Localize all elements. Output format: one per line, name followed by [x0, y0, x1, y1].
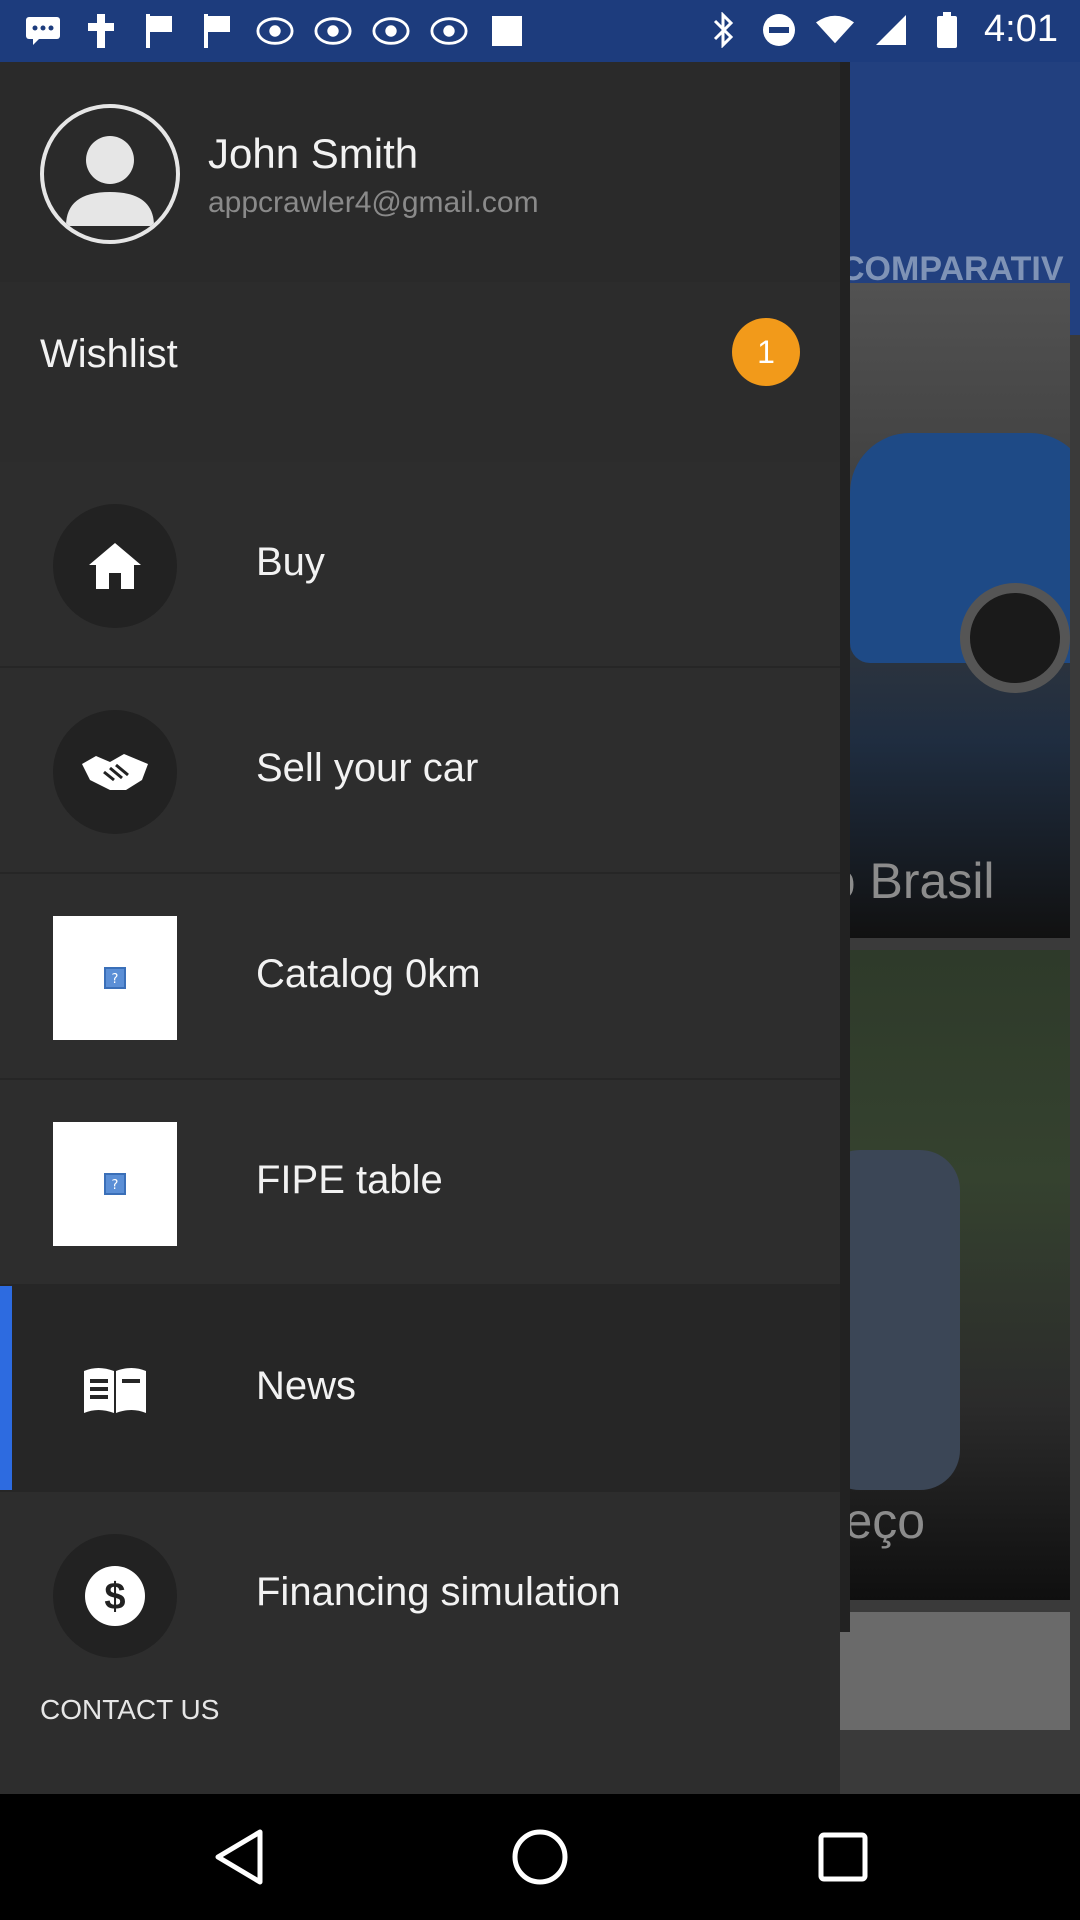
menu-item-label: Sell your car	[256, 746, 479, 790]
broken-image-icon: ?	[53, 916, 177, 1040]
user-name: John Smith	[208, 130, 419, 177]
menu-item-catalog-0km[interactable]: ? Catalog 0km	[0, 874, 840, 1080]
active-indicator	[0, 1286, 12, 1490]
menu-item-sell-your-car[interactable]: Sell your car	[0, 668, 840, 874]
profile-header[interactable]: John Smith appcrawler4@gmail.com	[0, 62, 840, 282]
broken-image-icon: ?	[53, 1122, 177, 1246]
newspaper-icon	[53, 1328, 177, 1452]
cross-icon	[82, 12, 120, 50]
drawer-edge-shadow	[840, 62, 850, 1632]
menu-item-news[interactable]: News	[0, 1286, 840, 1492]
svg-text:$: $	[104, 1576, 125, 1618]
dollar-icon: $	[53, 1534, 177, 1658]
menu-item-label: News	[256, 1364, 357, 1408]
abc13-icon	[430, 12, 468, 50]
svg-text:?: ?	[112, 972, 119, 987]
contact-us-link[interactable]: CONTACT US	[40, 1694, 219, 1726]
menu-item-financing-simulation[interactable]: $ Financing simulation	[0, 1492, 840, 1698]
menu-item-buy[interactable]: Buy	[0, 462, 840, 668]
svg-text:?: ?	[112, 1178, 119, 1193]
flag-icon	[140, 12, 178, 50]
menu-item-label: Catalog 0km	[256, 952, 481, 996]
avatar[interactable]	[40, 104, 180, 244]
bluetooth-icon	[704, 11, 742, 49]
home-nav-icon	[512, 1829, 568, 1885]
background-card-text: preço	[840, 1493, 926, 1549]
wishlist-label: Wishlist	[40, 332, 178, 376]
background-card[interactable]: preço	[840, 950, 1070, 1600]
signal-icon	[872, 11, 910, 49]
person-icon	[66, 136, 154, 226]
status-bar: 4:01	[0, 0, 1080, 62]
menu-item-label: FIPE table	[256, 1158, 443, 1202]
recents-icon	[818, 1832, 868, 1882]
user-email: appcrawler4@gmail.com	[208, 186, 539, 219]
system-nav-bar	[0, 1794, 1080, 1920]
menu-item-label: Financing simulation	[256, 1570, 621, 1614]
background-card[interactable]: no Brasil	[840, 283, 1070, 938]
abc13-icon	[372, 12, 410, 50]
wifi-icon	[816, 11, 855, 49]
recents-button[interactable]	[808, 1822, 878, 1892]
home-button[interactable]	[505, 1822, 575, 1892]
back-button[interactable]	[204, 1822, 274, 1892]
wishlist-count-badge: 1	[732, 318, 800, 386]
background-card[interactable]	[840, 1612, 1070, 1730]
back-icon	[215, 1829, 263, 1885]
menu-item-fipe-table[interactable]: ? FIPE table	[0, 1080, 840, 1286]
battery-icon	[928, 11, 966, 49]
abc13-icon	[314, 12, 352, 50]
car-image	[840, 1150, 960, 1490]
chat-icon	[24, 12, 62, 50]
square-icon	[488, 12, 526, 50]
navigation-drawer: John Smith appcrawler4@gmail.com Wishlis…	[0, 62, 840, 1794]
menu-item-label: Buy	[256, 540, 325, 584]
flag-icon	[198, 12, 236, 50]
background-card-text: no Brasil	[840, 853, 995, 909]
do-not-disturb-icon	[760, 11, 798, 49]
handshake-icon	[53, 710, 177, 834]
screen: 4:01 COMPARATIV no Brasil preço John Smi…	[0, 0, 1080, 1920]
abc13-icon	[256, 12, 294, 50]
status-time: 4:01	[984, 8, 1058, 50]
home-icon	[53, 504, 177, 628]
wheel-image	[960, 583, 1070, 693]
wishlist-item[interactable]: Wishlist 1	[0, 282, 840, 462]
